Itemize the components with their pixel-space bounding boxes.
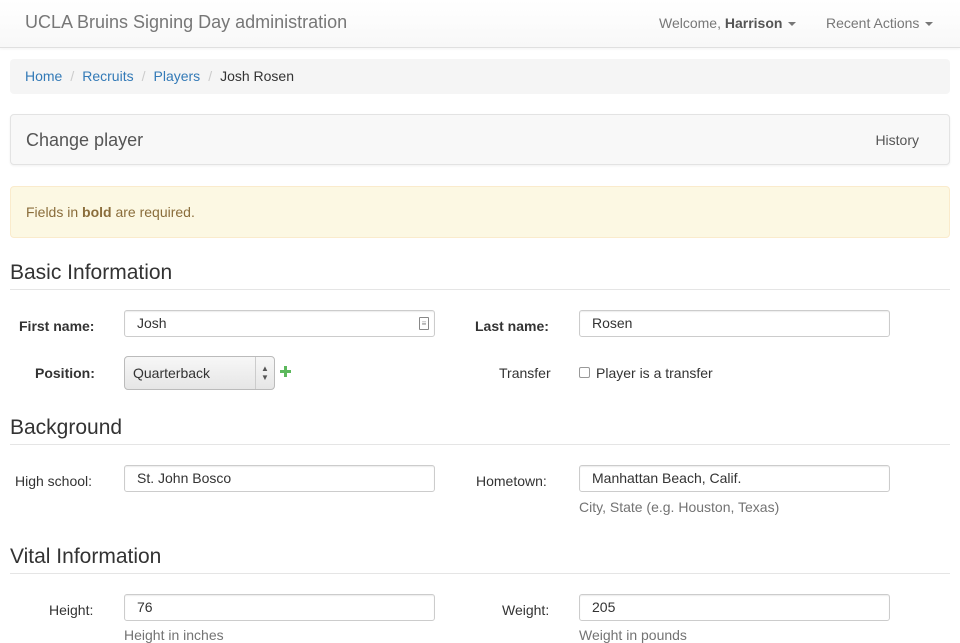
contact-card-icon[interactable]: ≡: [419, 317, 429, 330]
alert-suffix: are required.: [111, 204, 195, 220]
position-label: Position:: [35, 365, 95, 381]
weight-help-text: Weight in pounds: [579, 627, 687, 643]
high-school-value: St. John Bosco: [137, 470, 232, 486]
chevron-down-icon: [788, 22, 797, 27]
hometown-value: Manhattan Beach, Calif.: [592, 470, 742, 486]
alert-prefix: Fields in: [26, 204, 83, 220]
breadcrumb-home[interactable]: Home: [25, 68, 62, 84]
last-name-field[interactable]: Rosen: [579, 310, 890, 337]
welcome-text: Welcome,: [659, 15, 725, 31]
hometown-field[interactable]: Manhattan Beach, Calif.: [579, 465, 890, 492]
user-menu[interactable]: Welcome, Harrison: [659, 15, 797, 31]
page-title: Change player: [26, 130, 144, 150]
breadcrumb-current: Josh Rosen: [220, 68, 295, 84]
hometown-label: Hometown:: [476, 473, 547, 489]
height-value: 76: [137, 599, 153, 615]
weight-value: 205: [592, 599, 616, 615]
breadcrumb-recruits[interactable]: Recruits: [82, 68, 133, 84]
breadcrumb-separator: /: [141, 68, 146, 84]
transfer-checkbox[interactable]: [579, 367, 590, 378]
breadcrumb-separator: /: [208, 68, 213, 84]
first-name-field[interactable]: Josh ≡: [124, 310, 435, 337]
high-school-label: High school:: [15, 473, 93, 489]
user-name: Harrison: [724, 15, 783, 31]
add-position-icon[interactable]: [280, 366, 291, 377]
height-label: Height:: [49, 602, 94, 618]
last-name-label: Last name:: [475, 318, 549, 334]
breadcrumb-separator: /: [70, 68, 75, 84]
recent-actions-menu[interactable]: Recent Actions: [826, 15, 934, 31]
weight-label: Weight:: [502, 602, 550, 618]
required-fields-alert: Fields in bold are required.: [10, 186, 950, 238]
breadcrumb-players[interactable]: Players: [154, 68, 201, 84]
recent-actions-label: Recent Actions: [826, 15, 920, 31]
first-name-value: Josh: [137, 315, 167, 331]
position-select[interactable]: Quarterback ▲ ▼: [124, 356, 275, 390]
top-navbar: UCLA Bruins Signing Day administration W…: [0, 0, 960, 48]
history-button[interactable]: History: [875, 132, 919, 148]
first-name-label: First name:: [19, 318, 95, 334]
height-field[interactable]: 76: [124, 594, 435, 621]
alert-bold: bold: [82, 204, 112, 220]
last-name-value: Rosen: [592, 315, 633, 331]
height-help-text: Height in inches: [124, 627, 224, 643]
high-school-field[interactable]: St. John Bosco: [124, 465, 435, 492]
transfer-label: Transfer: [499, 365, 551, 381]
breadcrumb: Home / Recruits / Players / Josh Rosen: [10, 59, 950, 94]
transfer-checkbox-label[interactable]: Player is a transfer: [596, 365, 713, 381]
weight-field[interactable]: 205: [579, 594, 890, 621]
select-arrows-icon: ▲ ▼: [255, 357, 274, 389]
section-vital-information: Vital Information: [10, 545, 950, 574]
page-header: Change player History: [10, 114, 950, 165]
section-background: Background: [10, 416, 950, 445]
position-value: Quarterback: [133, 365, 211, 381]
hometown-help-text: City, State (e.g. Houston, Texas): [579, 499, 780, 515]
chevron-down-icon: [925, 22, 934, 27]
section-basic-information: Basic Information: [10, 261, 950, 290]
site-brand[interactable]: UCLA Bruins Signing Day administration: [25, 12, 347, 33]
